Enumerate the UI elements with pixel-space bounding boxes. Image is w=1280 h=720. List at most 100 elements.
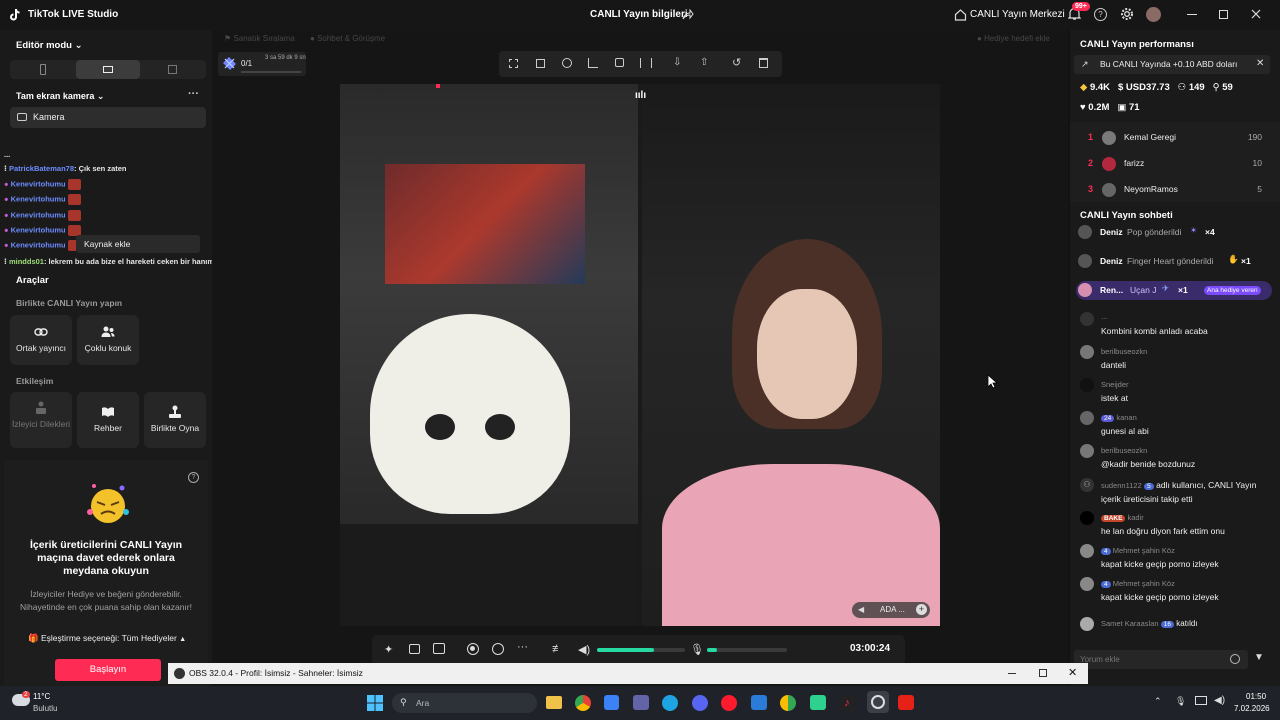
gift-text: Pop gönderildi (1127, 227, 1182, 237)
crop-icon[interactable] (588, 58, 598, 68)
camera-source-item[interactable]: Kamera (10, 107, 206, 128)
viewer-wishes-button[interactable]: İzleyici Dilekleri (10, 392, 72, 448)
cohost-button[interactable]: Ortak yayıncı (10, 315, 72, 365)
close-icon[interactable] (1250, 8, 1262, 20)
match-option-dropdown[interactable]: 🎁 Eşleştirme seçeneği: Tüm Hediyeler ▲ (28, 633, 186, 644)
opera-icon[interactable] (721, 695, 737, 711)
comment-input[interactable] (1080, 652, 1220, 667)
portrait-layout-icon[interactable] (40, 64, 46, 75)
live-video-preview[interactable]: ◀ ADA ... + ıılı (340, 84, 940, 626)
rank-number: 1 (1088, 132, 1094, 142)
gift-goal-link[interactable]: ● Hediye hedefi ekle (977, 34, 1050, 43)
overlay-chat-line: ● Kenevirtohumu (4, 225, 81, 236)
teams-icon[interactable] (633, 695, 649, 710)
tab-left[interactable]: ⚑ Sanatık Sıralama (224, 34, 295, 43)
speaker-volume-slider[interactable] (597, 648, 685, 652)
weather-temp: 11°C (33, 692, 51, 701)
speaker-icon[interactable]: ◀) (578, 643, 590, 656)
whatsapp-icon[interactable] (810, 695, 826, 710)
match-option-label: Eşleştirme seçeneği: Tüm Hediyeler (40, 633, 177, 643)
gear-icon[interactable] (1120, 7, 1134, 21)
play-together-button[interactable]: Birlikte Oyna (144, 392, 206, 448)
minimize-icon[interactable] (1187, 14, 1197, 15)
layer-up-icon[interactable]: ⇧ (700, 57, 708, 68)
scene-icon[interactable] (433, 643, 445, 654)
record-icon[interactable] (467, 643, 479, 655)
add-source-button[interactable]: Kaynak ekle (76, 235, 200, 253)
maximize-icon[interactable] (1219, 10, 1228, 19)
microphone-icon[interactable]: 🎙 (690, 643, 704, 656)
editor-mode-dropdown[interactable]: Editör modu ⌄ (16, 40, 83, 51)
share-icon[interactable] (682, 9, 694, 21)
volume-icon[interactable]: ◀) (1214, 695, 1225, 706)
camera-source-label: Kamera (33, 112, 65, 122)
tab-mid[interactable]: ● Sohbet & Görüşme (310, 34, 385, 43)
display-icon[interactable] (1195, 696, 1207, 705)
emoji-icon[interactable] (1230, 654, 1240, 664)
magic-wand-icon[interactable]: ✦ (384, 643, 393, 656)
microphone-tray-icon[interactable]: 🎙 (1175, 696, 1186, 707)
rotate-icon[interactable]: ↺ (732, 56, 741, 69)
fit-icon[interactable] (509, 59, 518, 68)
add-guest-icon[interactable]: + (916, 604, 927, 615)
minimize-icon[interactable] (1008, 673, 1016, 674)
stream-info-button[interactable]: CANLI Yayın bilgileri (590, 9, 688, 20)
dual-layout-icon[interactable] (168, 65, 177, 74)
mute-icon[interactable]: ◀ (858, 605, 864, 614)
chrome-beta-icon[interactable] (780, 695, 796, 711)
live-center-button[interactable]: CANLI Yayın Merkezi (970, 9, 1065, 20)
more-icon[interactable]: ··· (517, 641, 528, 653)
layout-icon[interactable] (409, 644, 420, 654)
tab-left-label: Sanatık Sıralama (233, 34, 295, 43)
rank-name: Kemal Geregi (1124, 132, 1176, 142)
start-match-button[interactable]: Başlayın (55, 659, 161, 681)
landscape-layout-button[interactable] (76, 60, 140, 79)
tiktok-live-studio-icon[interactable] (867, 691, 889, 713)
help-icon[interactable]: ? (188, 472, 199, 483)
close-icon[interactable]: ✕ (1068, 666, 1077, 679)
rank-number: 3 (1088, 184, 1094, 194)
help-icon[interactable]: ? (1094, 8, 1107, 21)
gift-image (67, 194, 81, 205)
obs-window-bar[interactable]: OBS 32.0.4 - Profil: İsimsiz - Sahneler:… (168, 663, 1088, 684)
store-icon[interactable] (604, 695, 619, 710)
match-promo-card: ? İçerik üreticilerini CANLI Yayın maçın… (4, 460, 208, 686)
follow-avatar-icon: ⚇ (1080, 478, 1094, 492)
guide-button[interactable]: Rehber (77, 392, 139, 448)
home-icon[interactable] (954, 8, 967, 21)
chrome-icon[interactable] (575, 695, 591, 711)
flip-icon[interactable] (640, 58, 652, 68)
more-options-icon[interactable]: ··· (188, 88, 199, 100)
ranking-list: 1 Kemal Geregi 190 2 farizz 10 3 NeyomRa… (1070, 122, 1280, 202)
sliders-icon[interactable]: ≢ (552, 643, 563, 655)
selection-handle[interactable] (436, 84, 440, 88)
follow-message: sudenn1122 5 adlı kullanıcı, CANLI Yayın… (1101, 479, 1271, 505)
stat-diamonds: 9.4K (1089, 82, 1111, 93)
layer-down-icon[interactable]: ⇩ (673, 57, 681, 68)
youtube-icon[interactable] (898, 695, 914, 710)
chat-user: Kenevirtohumu (10, 225, 66, 235)
chat-user: Kenevirtohumu (10, 210, 66, 220)
mic-volume-slider[interactable] (707, 648, 787, 652)
mail-icon[interactable] (751, 695, 767, 710)
close-icon[interactable]: ✕ (1256, 58, 1264, 69)
tiktok-icon[interactable]: ♪ (839, 695, 855, 711)
center-icon[interactable] (562, 58, 572, 68)
chevron-up-icon[interactable]: ⌃ (1154, 696, 1162, 707)
discord-icon[interactable] (692, 695, 708, 711)
windows-start-icon[interactable] (367, 695, 383, 711)
overlay-chat-line-cut: ... (4, 150, 11, 159)
expand-icon[interactable] (536, 59, 545, 68)
copy-icon[interactable] (615, 58, 624, 67)
maximize-icon[interactable] (1039, 669, 1047, 677)
guest-name-tag[interactable]: ◀ ADA ... + (852, 602, 930, 618)
file-explorer-icon[interactable] (546, 696, 562, 709)
edge-icon[interactable] (662, 695, 678, 711)
camera-toggle-icon[interactable] (492, 643, 504, 655)
source-title-dropdown[interactable]: Tam ekran kamera ⌄ (16, 91, 104, 102)
avatar[interactable] (1146, 7, 1161, 22)
filter-icon[interactable]: ▼ (1254, 652, 1264, 663)
multi-guest-button[interactable]: Çoklu konuk (77, 315, 139, 365)
taskbar-search[interactable]: ⚲ Ara (392, 693, 537, 713)
trash-icon[interactable] (759, 58, 768, 68)
